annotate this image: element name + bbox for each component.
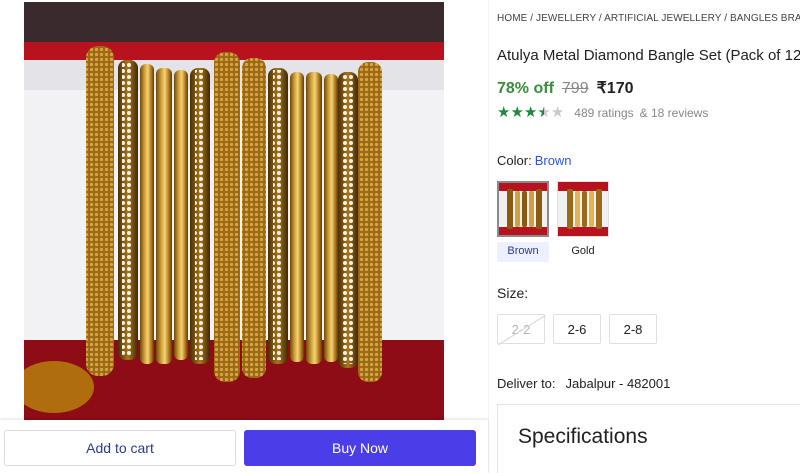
size-option-label: 2-6	[567, 321, 587, 337]
ratings-count: 489 ratings	[574, 106, 634, 120]
size-option-2-2[interactable]: 2-2	[497, 314, 546, 345]
color-swatch-brown[interactable]	[497, 181, 549, 237]
size-option-2-6[interactable]: 2-6	[553, 314, 601, 344]
swatch-thumbnail	[499, 183, 547, 235]
product-title: Atulya Metal Diamond Bangle Set (Pack of…	[497, 47, 800, 64]
size-label: Size:	[497, 285, 529, 301]
color-label-text: Color:	[497, 153, 532, 168]
selected-color: Brown	[534, 153, 572, 168]
delivery-row[interactable]: Deliver to: Jabalpur - 482001	[497, 376, 670, 391]
price-row: 78% off 799 ₹170	[497, 78, 633, 98]
panel-divider	[488, 0, 489, 473]
breadcrumb[interactable]: HOME / JEWELLERY / ARTIFICIAL JEWELLERY …	[497, 13, 800, 24]
deliver-label: Deliver to:	[497, 376, 556, 391]
size-option-label: 2-8	[623, 321, 643, 337]
buy-now-button[interactable]: Buy Now	[244, 430, 476, 466]
swatch-label-brown[interactable]: Brown	[497, 245, 549, 257]
swatch-label-gold[interactable]: Gold	[557, 245, 609, 257]
bangles-photo	[24, 2, 444, 420]
delivery-location: Jabalpur - 482001	[565, 376, 671, 391]
swatch-thumbnail	[558, 182, 608, 236]
add-to-cart-button[interactable]: Add to cart	[4, 430, 236, 466]
original-price: 799	[561, 80, 589, 97]
rating-row[interactable]: ★ ★ ★ ★ ★ 489 ratings & 18 reviews	[497, 105, 708, 121]
specifications-section[interactable]: Specifications	[497, 404, 800, 473]
color-swatch-gold[interactable]	[557, 181, 609, 237]
discount-badge: 78% off	[497, 80, 554, 97]
star-rating: ★ ★ ★ ★ ★	[497, 105, 564, 121]
star-icon: ★	[497, 104, 511, 121]
product-image[interactable]	[24, 2, 444, 420]
reviews-count: & 18 reviews	[639, 106, 709, 120]
star-empty-icon: ★	[550, 104, 565, 121]
specifications-title: Specifications	[518, 425, 648, 448]
star-half-icon: ★	[537, 104, 551, 121]
star-icon: ★	[510, 104, 524, 121]
size-option-label: 2-2	[511, 321, 531, 337]
action-bar: Add to cart Buy Now	[0, 420, 488, 473]
selling-price: ₹170	[596, 80, 634, 97]
color-label: Color: Brown	[497, 153, 572, 168]
star-icon: ★	[523, 104, 538, 121]
size-option-2-8[interactable]: 2-8	[609, 314, 657, 344]
